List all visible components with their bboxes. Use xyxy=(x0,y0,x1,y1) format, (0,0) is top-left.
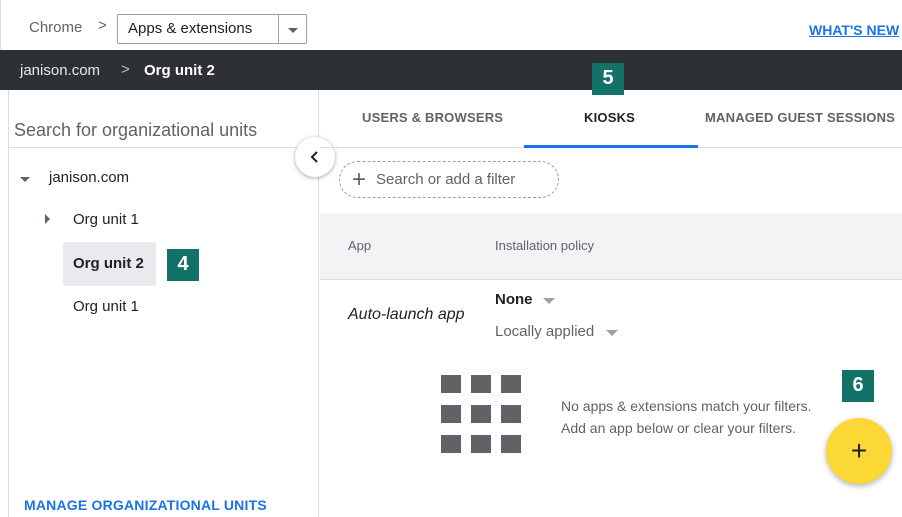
filter-input[interactable]: + Search or add a filter xyxy=(339,161,559,198)
tab-kiosks[interactable]: KIOSKS xyxy=(584,110,635,125)
auto-launch-app-label: Auto-launch app xyxy=(348,306,465,323)
empty-state-message: No apps & extensions match your filters.… xyxy=(561,395,812,439)
column-header-installation-policy: Installation policy xyxy=(495,238,594,253)
empty-state-line-1: No apps & extensions match your filters. xyxy=(561,398,812,414)
callout-badge-5: 5 xyxy=(592,63,624,95)
expand-caret-icon[interactable] xyxy=(20,177,30,182)
org-breadcrumb-root[interactable]: janison.com xyxy=(20,62,100,79)
breadcrumb-separator: > xyxy=(98,17,107,34)
org-unit-search-input[interactable]: Search for organizational units xyxy=(14,120,257,141)
tab-users-browsers[interactable]: USERS & BROWSERS xyxy=(362,110,503,125)
breadcrumb-chrome[interactable]: Chrome xyxy=(29,19,82,36)
tree-item-root[interactable]: janison.com xyxy=(49,169,129,186)
chevron-left-icon xyxy=(310,151,318,163)
org-unit-panel: Search for organizational units janison.… xyxy=(8,90,319,517)
manage-org-units-link[interactable]: MANAGE ORGANIZATIONAL UNITS xyxy=(24,497,267,513)
org-breadcrumb-current: Org unit 2 xyxy=(144,62,215,79)
search-underline xyxy=(9,147,311,148)
filter-placeholder: Search or add a filter xyxy=(376,171,516,188)
callout-badge-6: 6 xyxy=(842,370,874,402)
org-breadcrumb-separator: > xyxy=(121,61,130,78)
apps-grid-icon xyxy=(441,375,523,455)
section-selector[interactable]: Apps & extensions xyxy=(117,14,307,44)
add-app-button[interactable]: + xyxy=(826,418,892,484)
tree-item-org-unit-1-b[interactable]: Org unit 1 xyxy=(73,298,139,315)
policy-source-dropdown[interactable]: Locally applied xyxy=(495,323,594,340)
plus-icon: + xyxy=(850,435,868,466)
installation-policy-dropdown[interactable]: None xyxy=(495,291,533,308)
column-header-app: App xyxy=(348,238,372,253)
source-chevron-down-icon[interactable] xyxy=(606,330,618,336)
whats-new-link[interactable]: WHAT'S NEW xyxy=(809,22,899,38)
tab-managed-guest-sessions[interactable]: MANAGED GUEST SESSIONS xyxy=(705,110,895,125)
table-header: App Installation policy xyxy=(320,213,902,280)
empty-state-line-2: Add an app below or clear your filters. xyxy=(561,420,797,436)
plus-icon: + xyxy=(352,165,367,193)
callout-badge-4: 4 xyxy=(167,249,199,281)
chevron-down-icon[interactable] xyxy=(278,15,306,43)
policy-chevron-down-icon[interactable] xyxy=(543,298,555,304)
org-breadcrumb-bar: janison.com > Org unit 2 xyxy=(0,50,902,90)
active-tab-indicator xyxy=(524,145,698,148)
tab-bar: USERS & BROWSERS KIOSKS MANAGED GUEST SE… xyxy=(320,90,902,148)
top-bar: Chrome > Apps & extensions WHAT'S NEW xyxy=(0,0,902,50)
tree-item-org-unit-2[interactable]: Org unit 2 xyxy=(73,255,144,272)
section-selector-value: Apps & extensions xyxy=(128,20,253,37)
tree-item-org-unit-1[interactable]: Org unit 1 xyxy=(73,211,139,228)
collapsed-caret-icon[interactable] xyxy=(45,214,50,224)
